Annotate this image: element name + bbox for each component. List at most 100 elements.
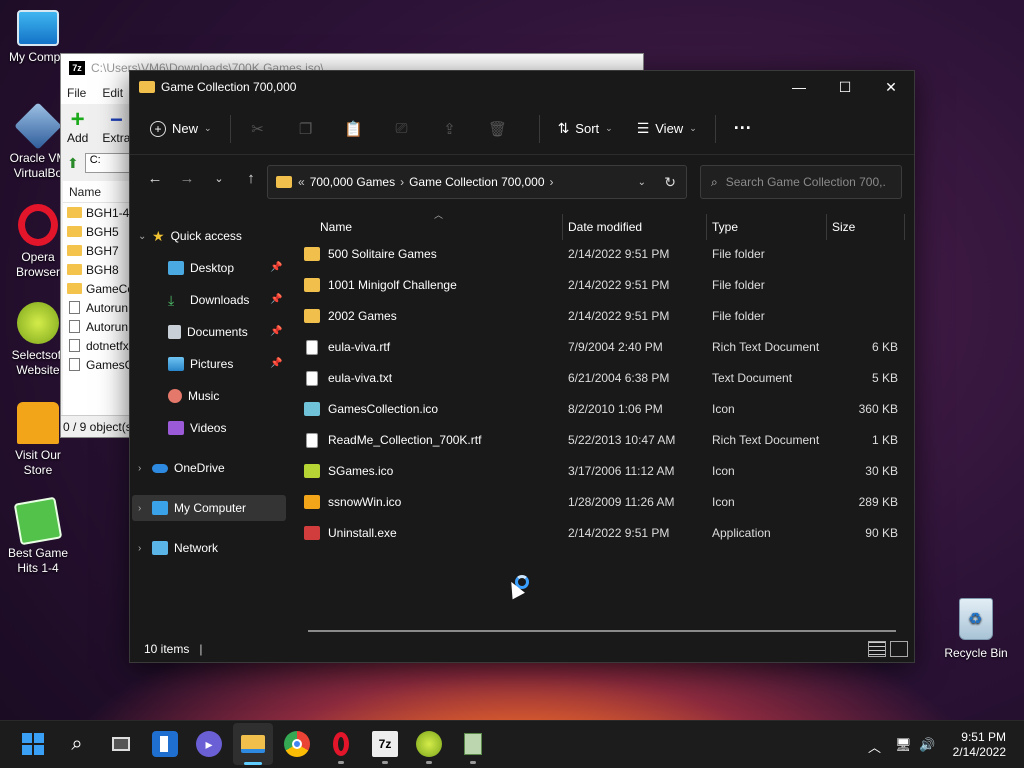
large-icons-view-icon[interactable] <box>890 641 908 657</box>
nav-item-videos[interactable]: Videos <box>168 415 226 441</box>
nav-item-network[interactable]: › Network <box>138 535 218 561</box>
file-row[interactable]: SGames.ico 3/17/2006 11:12 AM Icon 30 KB <box>304 457 904 485</box>
file-date: 2/14/2022 9:51 PM <box>568 278 670 292</box>
horizontal-scrollbar[interactable] <box>308 630 896 632</box>
minimize-button[interactable]: — <box>776 71 822 103</box>
nav-item-onedrive[interactable]: › OneDrive <box>138 455 225 481</box>
column-divider[interactable] <box>562 214 563 240</box>
chevron-up-icon[interactable]: ︿ <box>868 737 881 756</box>
chevron-right-icon[interactable]: › <box>550 175 554 189</box>
file-date: 5/22/2013 10:47 AM <box>568 433 676 447</box>
add-button[interactable]: + Add <box>67 108 88 146</box>
network-status-icon[interactable]: 🖥 <box>895 737 912 753</box>
system-clock[interactable]: 9:51 PM 2/14/2022 <box>953 730 1006 760</box>
folder-icon <box>67 207 82 218</box>
up-folder-icon[interactable]: ⬆ <box>67 155 79 172</box>
file-row[interactable]: ssnowWin.ico 1/28/2009 11:26 AM Icon 289… <box>304 488 904 516</box>
task-view-icon[interactable] <box>108 731 134 757</box>
desktop-folder-icon <box>168 261 184 275</box>
column-header-name[interactable]: Name <box>320 216 352 238</box>
column-header-type[interactable]: Type <box>712 216 738 238</box>
address-bar[interactable]: « 700,000 Games › Game Collection 700,00… <box>267 165 687 199</box>
breadcrumb-700000-games[interactable]: 700,000 Games <box>310 175 395 189</box>
cloud-icon <box>152 463 168 473</box>
up-button[interactable]: ↑ <box>236 163 266 193</box>
column-divider[interactable] <box>706 214 707 240</box>
breadcrumb-game-collection[interactable]: Game Collection 700,000 <box>409 175 544 189</box>
file-row[interactable]: ReadMe_Collection_700K.rtf 5/22/2013 10:… <box>304 426 904 454</box>
chevron-right-icon[interactable]: › <box>138 543 152 554</box>
paste-icon[interactable]: 📋 <box>337 112 371 146</box>
menu-file[interactable]: File <box>67 86 86 100</box>
nav-item-downloads[interactable]: ⤓ Downloads <box>168 287 249 313</box>
rename-icon[interactable]: ⎚ <box>385 112 419 146</box>
chevron-right-icon[interactable]: › <box>400 175 404 189</box>
pin-icon[interactable]: 📌 <box>270 294 282 305</box>
sevenzip-taskbar-icon[interactable]: 7z <box>372 731 398 757</box>
menu-edit[interactable]: Edit <box>102 86 123 100</box>
pin-icon[interactable]: 📌 <box>270 326 282 337</box>
installer-taskbar-icon[interactable] <box>460 731 486 757</box>
nav-item-desktop[interactable]: Desktop <box>168 255 234 281</box>
nav-item-pictures[interactable]: Pictures <box>168 351 233 377</box>
volume-icon[interactable]: 🔊 <box>919 737 935 753</box>
search-icon[interactable]: ⌕ <box>64 731 90 757</box>
close-button[interactable]: ✕ <box>868 71 914 103</box>
file-row[interactable]: GamesCollection.ico 8/2/2010 1:06 PM Ico… <box>304 395 904 423</box>
pin-icon[interactable]: 📌 <box>270 262 282 273</box>
widgets-icon[interactable] <box>152 731 178 757</box>
search-box[interactable]: ⌕ <box>700 165 902 199</box>
column-divider[interactable] <box>904 214 905 240</box>
forward-button[interactable]: → <box>172 163 202 193</box>
file-row[interactable]: eula-viva.txt 6/21/2004 6:38 PM Text Doc… <box>304 364 904 392</box>
teams-chat-icon[interactable]: ▸ <box>196 731 222 757</box>
desktop-icon-best-game-hits[interactable]: Best Game Hits 1-4 <box>0 496 76 576</box>
nav-item-quick-access[interactable]: ⌄ ★ Quick access <box>138 223 242 249</box>
sort-button[interactable]: ⇅ Sort ⌄ <box>550 112 621 146</box>
file-icon <box>69 301 80 314</box>
column-header-size[interactable]: Size <box>832 216 855 238</box>
search-input[interactable] <box>725 175 886 189</box>
selectsoft-taskbar-icon[interactable] <box>416 731 442 757</box>
file-name: GamesCollection.ico <box>328 402 439 416</box>
file-row[interactable]: 1001 Minigolf Challenge 2/14/2022 9:51 P… <box>304 271 904 299</box>
cut-icon[interactable]: ✂ <box>241 112 275 146</box>
refresh-icon[interactable]: ↻ <box>664 174 676 191</box>
pin-icon[interactable]: 📌 <box>270 358 282 369</box>
file-explorer-window[interactable]: Game Collection 700,000 — ☐ ✕ + New ⌄ ✂ … <box>129 70 915 663</box>
file-row[interactable]: 500 Solitaire Games 2/14/2022 9:51 PM Fi… <box>304 240 904 268</box>
chevron-right-icon[interactable]: › <box>138 503 152 514</box>
network-icon <box>152 541 168 555</box>
chevron-right-icon[interactable]: › <box>138 463 152 474</box>
maximize-button[interactable]: ☐ <box>822 71 868 103</box>
delete-icon[interactable]: 🗑 <box>481 112 515 146</box>
recent-locations-button[interactable]: ⌄ <box>204 163 234 193</box>
file-list[interactable]: ︿ Name Date modified Type Size 500 Solit… <box>290 206 914 636</box>
address-overflow[interactable]: « <box>298 175 305 189</box>
more-options-button[interactable]: ··· <box>726 112 760 146</box>
new-button[interactable]: + New ⌄ <box>142 112 220 146</box>
desktop-icon-recycle-bin[interactable]: Recycle Bin <box>940 598 1012 660</box>
nav-item-music[interactable]: Music <box>168 383 219 409</box>
nav-item-my-computer[interactable]: › My Computer <box>138 495 246 521</box>
back-button[interactable]: ← <box>140 163 170 193</box>
start-button[interactable] <box>20 731 46 757</box>
details-view-icon[interactable] <box>868 641 886 657</box>
address-dropdown-icon[interactable]: ⌄ <box>638 177 646 188</box>
nav-item-documents[interactable]: Documents <box>168 319 248 345</box>
file-row[interactable]: Uninstall.exe 2/14/2022 9:51 PM Applicat… <box>304 519 904 547</box>
explorer-titlebar[interactable]: Game Collection 700,000 — ☐ ✕ <box>130 71 914 103</box>
view-button[interactable]: ☰ View ⌄ <box>629 112 705 146</box>
download-arrow-icon: ⤓ <box>168 291 175 308</box>
extract-button[interactable]: − Extra <box>102 109 130 146</box>
file-row[interactable]: eula-viva.rtf 7/9/2004 2:40 PM Rich Text… <box>304 333 904 361</box>
chrome-icon[interactable] <box>284 731 310 757</box>
column-divider[interactable] <box>826 214 827 240</box>
column-header-date[interactable]: Date modified <box>568 216 642 238</box>
file-explorer-taskbar-icon[interactable] <box>240 731 266 757</box>
chevron-down-icon[interactable]: ⌄ <box>138 231 152 242</box>
file-row[interactable]: 2002 Games 2/14/2022 9:51 PM File folder <box>304 302 904 330</box>
opera-taskbar-icon[interactable] <box>328 731 354 757</box>
share-icon[interactable]: ⇪ <box>433 112 467 146</box>
copy-icon[interactable]: ❐ <box>289 112 323 146</box>
